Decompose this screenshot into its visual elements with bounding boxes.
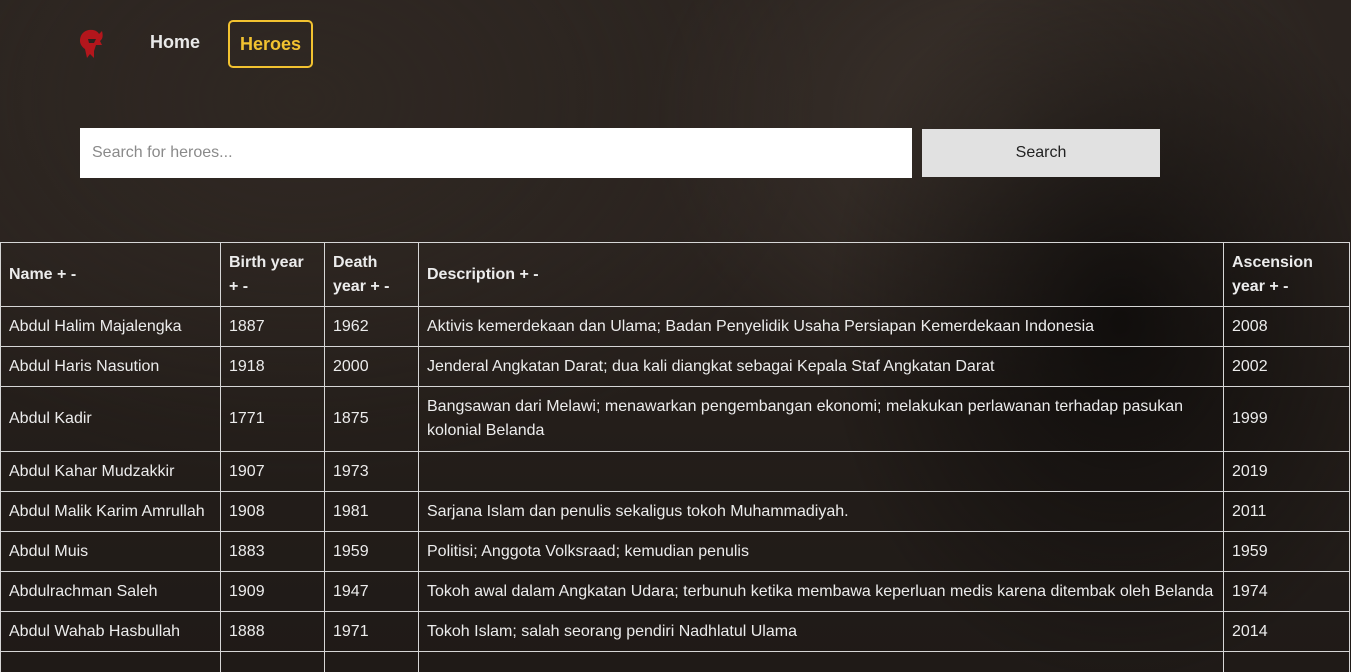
nav-heroes-link[interactable]: Heroes [228, 20, 313, 68]
cell-description: Jenderal Angkatan Darat; dua kali diangk… [418, 346, 1224, 387]
cell-birth-year: 1888 [220, 611, 325, 652]
cell-name: Abdul Haris Nasution [0, 346, 221, 387]
cell-ascension-year: 2011 [1223, 491, 1350, 532]
cell-death-year: 2000 [324, 346, 419, 387]
cell-ascension-year: 2002 [1223, 346, 1350, 387]
cell-death-year: 1959 [324, 531, 419, 572]
cell-description [418, 451, 1224, 492]
spartan-helmet-icon[interactable] [76, 27, 106, 61]
search-button[interactable]: Search [922, 129, 1160, 177]
cell-birth-year [220, 651, 325, 672]
cell-name: Abdul Malik Karim Amrullah [0, 491, 221, 532]
table-row: Abdul Muis 1883 1959 Politisi; Anggota V… [0, 531, 1350, 572]
heroes-table: Name + - Birth year + - Death year + - D… [0, 242, 1350, 672]
header-birth-year: Birth year + - [220, 242, 325, 307]
cell-death-year: 1947 [324, 571, 419, 612]
header-death-year: Death year + - [324, 242, 419, 307]
table-row: Abdul Wahab Hasbullah 1888 1971 Tokoh Is… [0, 611, 1350, 652]
top-nav: Home Heroes [0, 0, 1351, 90]
cell-name: Abdul Halim Majalengka [0, 306, 221, 347]
header-ascension-year: Ascension year + - [1223, 242, 1350, 307]
header-birth-label: Birth year [229, 253, 304, 271]
cell-name [0, 651, 221, 672]
table-row: Abdul Haris Nasution 1918 2000 Jenderal … [0, 346, 1350, 387]
cell-name: Abdul Kahar Mudzakkir [0, 451, 221, 492]
cell-name: Abdul Kadir [0, 386, 221, 452]
cell-description: Tokoh awal dalam Angkatan Udara; terbunu… [418, 571, 1224, 612]
table-row [0, 651, 1350, 672]
table-row: Abdul Kadir 1771 1875 Bangsawan dari Mel… [0, 386, 1350, 452]
header-name-label: Name [9, 265, 53, 283]
table-row: Abdul Malik Karim Amrullah 1908 1981 Sar… [0, 491, 1350, 532]
cell-description [418, 651, 1224, 672]
sort-death-controls[interactable]: year + - [333, 278, 389, 295]
cell-death-year: 1875 [324, 386, 419, 452]
table-row: Abdulrachman Saleh 1909 1947 Tokoh awal … [0, 571, 1350, 612]
cell-birth-year: 1909 [220, 571, 325, 612]
cell-description: Bangsawan dari Melawi; menawarkan pengem… [418, 386, 1224, 452]
search-input[interactable] [80, 128, 912, 178]
cell-birth-year: 1918 [220, 346, 325, 387]
cell-birth-year: 1887 [220, 306, 325, 347]
sort-name-controls[interactable]: + - [57, 266, 76, 283]
cell-birth-year: 1908 [220, 491, 325, 532]
cell-death-year: 1981 [324, 491, 419, 532]
header-description: Description + - [418, 242, 1224, 307]
cell-ascension-year: 2014 [1223, 611, 1350, 652]
sort-birth-controls[interactable]: + - [229, 278, 248, 295]
cell-ascension-year: 1999 [1223, 386, 1350, 452]
header-death-label: Death [333, 253, 378, 271]
cell-ascension-year: 1959 [1223, 531, 1350, 572]
table-header-row: Name + - Birth year + - Death year + - D… [0, 242, 1350, 307]
cell-ascension-year: 2008 [1223, 306, 1350, 347]
cell-description: Tokoh Islam; salah seorang pendiri Nadhl… [418, 611, 1224, 652]
cell-death-year: 1973 [324, 451, 419, 492]
table-row: Abdul Kahar Mudzakkir 1907 1973 2019 [0, 451, 1350, 492]
header-description-label: Description [427, 265, 516, 283]
cell-death-year: 1962 [324, 306, 419, 347]
cell-birth-year: 1883 [220, 531, 325, 572]
cell-name: Abdulrachman Saleh [0, 571, 221, 612]
header-name: Name + - [0, 242, 221, 307]
cell-death-year: 1971 [324, 611, 419, 652]
cell-description: Aktivis kemerdekaan dan Ulama; Badan Pen… [418, 306, 1224, 347]
cell-description: Sarjana Islam dan penulis sekaligus toko… [418, 491, 1224, 532]
table-row: Abdul Halim Majalengka 1887 1962 Aktivis… [0, 306, 1350, 347]
sort-description-controls[interactable]: + - [519, 266, 538, 283]
cell-birth-year: 1771 [220, 386, 325, 452]
header-ascension-label: Ascension [1232, 253, 1313, 271]
cell-name: Abdul Muis [0, 531, 221, 572]
cell-description: Politisi; Anggota Volksraad; kemudian pe… [418, 531, 1224, 572]
cell-ascension-year: 1974 [1223, 571, 1350, 612]
nav-home-link[interactable]: Home [150, 32, 200, 53]
cell-name: Abdul Wahab Hasbullah [0, 611, 221, 652]
sort-ascension-controls[interactable]: year + - [1232, 278, 1288, 295]
cell-ascension-year: 2019 [1223, 451, 1350, 492]
cell-birth-year: 1907 [220, 451, 325, 492]
cell-ascension-year [1223, 651, 1350, 672]
cell-death-year [324, 651, 419, 672]
